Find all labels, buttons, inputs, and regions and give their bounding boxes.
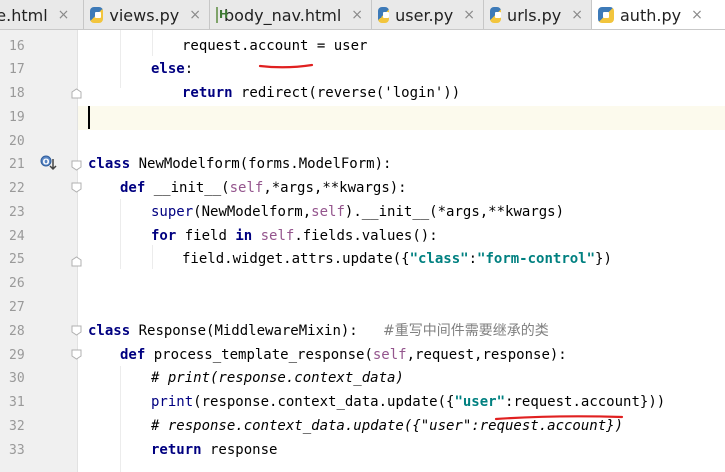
line-number: 26 <box>9 276 25 291</box>
line-number: 23 <box>9 205 25 220</box>
line-number: 21 <box>9 157 25 172</box>
fold-marker-icon[interactable] <box>71 325 82 336</box>
line-number: 22 <box>9 181 25 196</box>
code-line-19-current[interactable]: 19 <box>9 106 725 130</box>
annotation-underline <box>494 415 624 421</box>
fold-marker-icon[interactable] <box>71 182 82 193</box>
line-number: 17 <box>9 62 25 77</box>
code-line-30: 30 # print(response.context_data) <box>0 367 725 391</box>
code-line-25: 25 field.widget.attrs.update({"class":"f… <box>0 248 725 272</box>
code-line-16: 16 request.account = user <box>0 35 725 59</box>
tab-label: user.py <box>395 5 454 25</box>
line-number: 25 <box>9 252 25 267</box>
line-number: 19 <box>9 110 25 125</box>
close-icon[interactable]: × <box>351 7 363 23</box>
tab-auth-py[interactable]: auth.py × <box>592 0 725 29</box>
line-number: 16 <box>9 39 25 54</box>
fold-marker-icon[interactable] <box>71 88 82 99</box>
line-number: 33 <box>9 443 25 458</box>
override-icon[interactable]: O <box>40 155 58 173</box>
svg-text:O: O <box>43 158 50 167</box>
line-number: 24 <box>9 229 25 244</box>
tab-label: auth.py <box>620 5 682 25</box>
close-icon[interactable]: × <box>571 7 583 23</box>
code-line-28: 28 class Response(MiddlewareMixin): #重写中… <box>0 320 725 344</box>
text-cursor <box>88 106 90 129</box>
tab-te-html[interactable]: te.html × <box>0 0 84 29</box>
editor-tab-bar: te.html × views.py × H body_nav.html × u… <box>0 0 725 30</box>
code-line-33: 33 return response <box>0 439 725 463</box>
code-line-22: 22 def __init__(self,*args,**kwargs): <box>0 177 725 201</box>
fold-marker-icon[interactable] <box>71 160 82 171</box>
line-number: 29 <box>9 348 25 363</box>
python-file-icon <box>598 7 614 23</box>
line-number: 27 <box>9 300 25 315</box>
line-number: 30 <box>9 371 25 386</box>
code-line-29: 29 def process_template_response(self,re… <box>0 344 725 368</box>
code-line-18: 18 return redirect(reverse('login')) <box>0 82 725 106</box>
close-icon[interactable]: × <box>691 7 703 23</box>
python-file-icon <box>90 7 104 23</box>
tab-label: views.py <box>109 5 180 25</box>
code-line-23: 23 super(NewModelform,self).__init__(*ar… <box>0 201 725 225</box>
line-number: 31 <box>9 395 25 410</box>
code-line-20: 20 <box>0 130 725 154</box>
tab-label: te.html <box>0 5 48 25</box>
html-file-icon: H <box>216 7 228 23</box>
close-icon[interactable]: × <box>58 7 70 23</box>
annotation-underline <box>258 63 314 69</box>
line-number: 20 <box>9 134 25 149</box>
code-line-21: 21 class NewModelform(forms.ModelForm): <box>0 153 725 177</box>
tab-urls-py[interactable]: urls.py × <box>484 0 592 29</box>
python-file-icon <box>378 7 390 23</box>
fold-marker-icon[interactable] <box>71 349 82 360</box>
fold-marker-icon[interactable] <box>71 256 82 267</box>
tab-body-nav-html[interactable]: H body_nav.html × <box>210 0 372 29</box>
line-number: 18 <box>9 86 25 101</box>
code-line-17: 17 else: <box>0 58 725 82</box>
tab-label: body_nav.html <box>224 5 342 25</box>
tab-label: urls.py <box>507 5 562 25</box>
code-line-24: 24 for field in self.fields.values(): <box>0 225 725 249</box>
close-icon[interactable]: × <box>463 7 475 23</box>
tab-user-py[interactable]: user.py × <box>372 0 484 29</box>
code-line-26: 26 <box>0 272 725 296</box>
python-file-icon <box>490 7 502 23</box>
close-icon[interactable]: × <box>189 7 201 23</box>
line-number: 28 <box>9 324 25 339</box>
tab-views-py[interactable]: views.py × <box>84 0 210 29</box>
line-number: 32 <box>9 419 25 434</box>
code-line-27: 27 <box>0 296 725 320</box>
